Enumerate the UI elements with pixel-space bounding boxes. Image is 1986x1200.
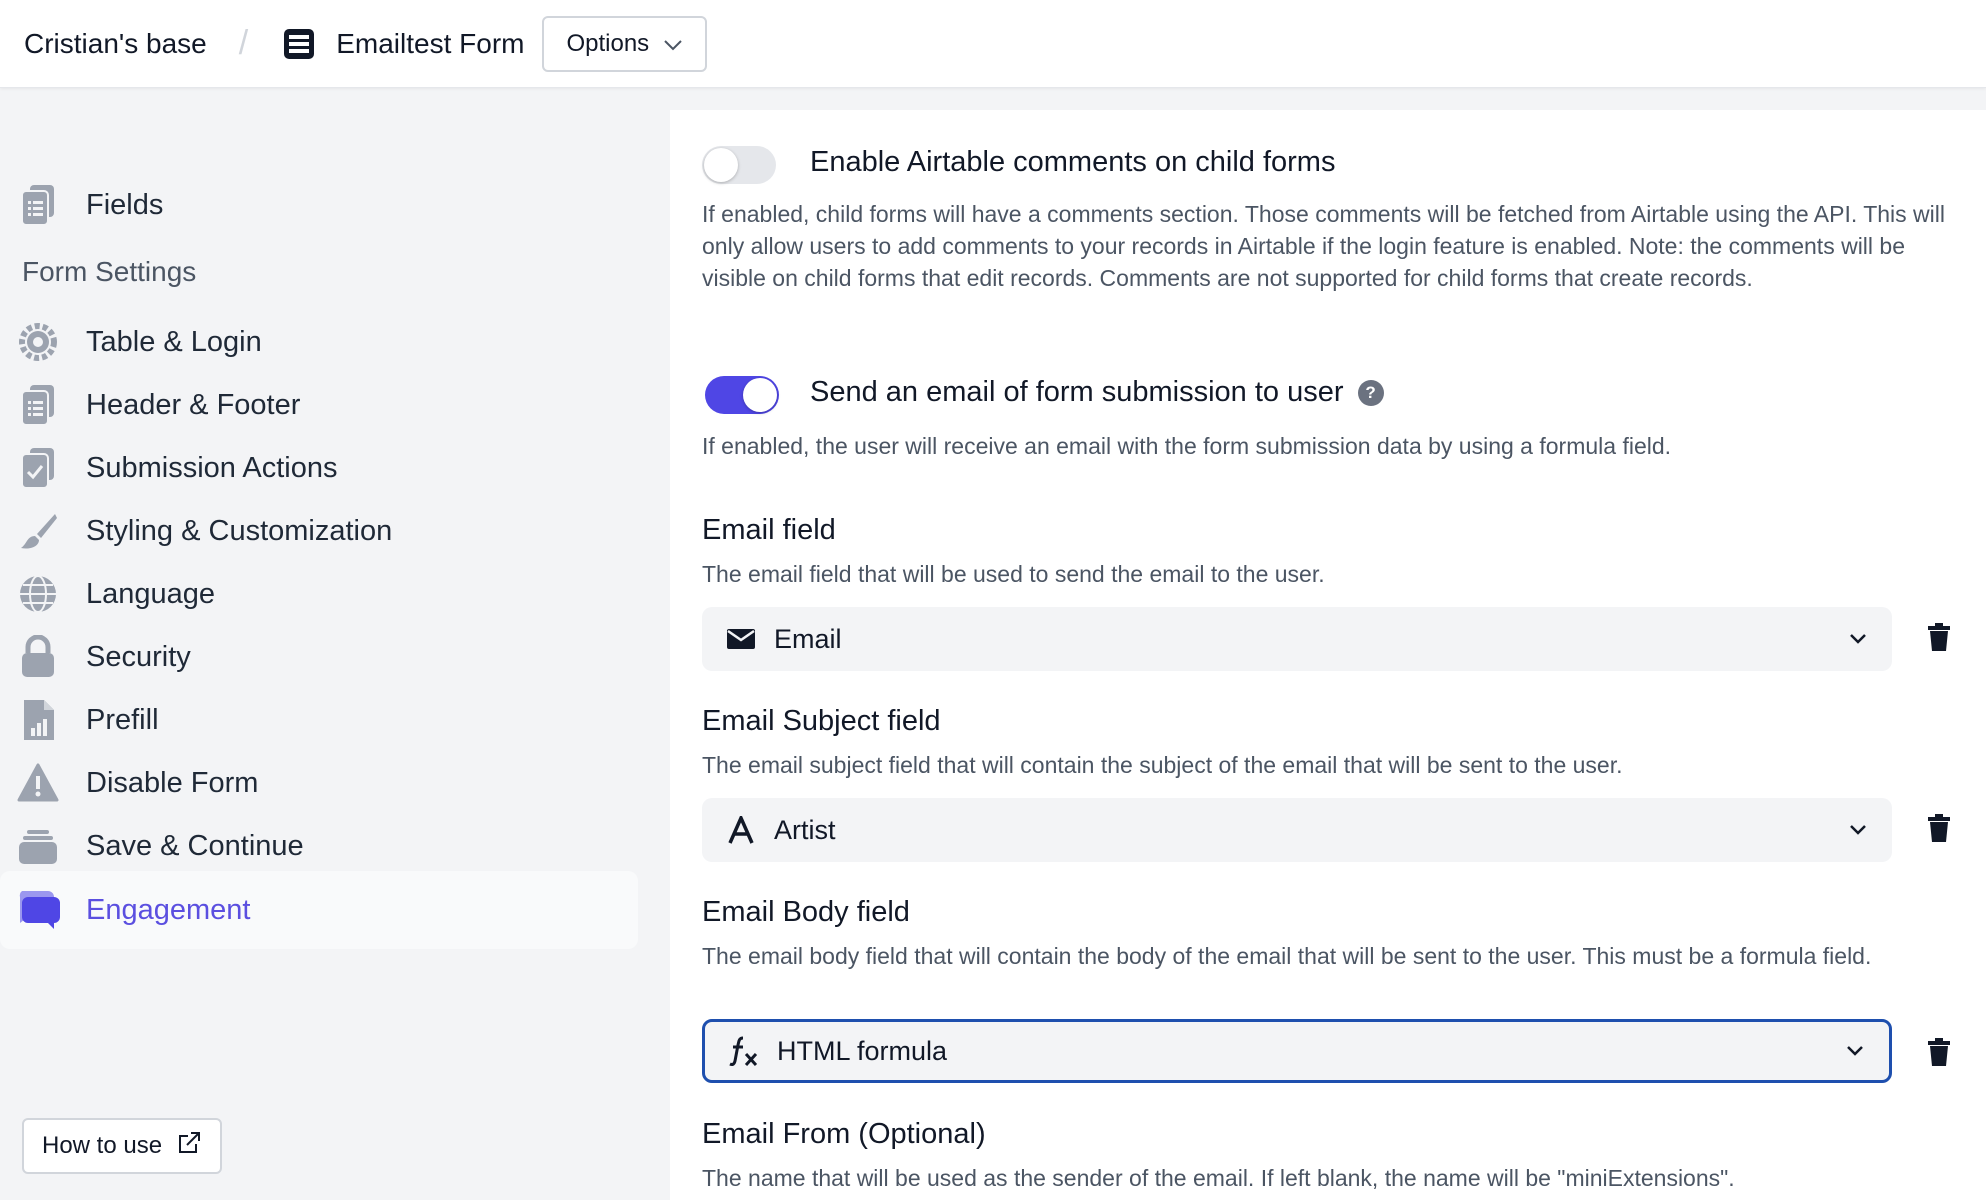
- chevron-down-icon: [663, 30, 683, 58]
- sidebar-item-label: Header & Footer: [86, 388, 301, 421]
- breadcrumb-separator: /: [238, 24, 249, 62]
- email-body-field-description: The email body field that will contain t…: [702, 943, 1872, 969]
- options-label: Options: [566, 29, 650, 57]
- chevron-down-icon: [1846, 818, 1870, 842]
- form-name: Emailtest Form: [336, 27, 525, 59]
- email-field-description: The email field that will be used to sen…: [702, 561, 1325, 587]
- sidebar-item-fields[interactable]: Fields: [0, 166, 638, 244]
- toggle-knob: [743, 378, 777, 412]
- sidebar-item-label: Save & Continue: [86, 829, 304, 862]
- sidebar-item-label: Styling & Customization: [86, 514, 393, 547]
- email-subject-field-select[interactable]: Artist: [702, 798, 1892, 862]
- sidebar-item-label: Submission Actions: [86, 451, 338, 484]
- sidebar-item-label: Fields: [86, 188, 164, 221]
- layers-icon: [16, 824, 60, 868]
- clipboard-icon: [16, 383, 60, 427]
- file-chart-icon: [16, 698, 60, 742]
- clipboard-check-icon: [16, 446, 60, 490]
- email-subject-field-delete-button[interactable]: [1924, 813, 1954, 847]
- sidebar-item-label: Table & Login: [86, 325, 262, 358]
- email-from-description: The name that will be used as the sender…: [702, 1165, 1735, 1191]
- comments-setting-title: Enable Airtable comments on child forms: [810, 146, 1336, 178]
- send-email-setting-description: If enabled, the user will receive an ema…: [702, 433, 1672, 459]
- sidebar-item-engagement[interactable]: Engagement: [0, 871, 638, 949]
- section-label-form-settings: Form Settings: [22, 256, 197, 287]
- email-from-title: Email From (Optional): [702, 1118, 986, 1150]
- envelope-icon: [724, 622, 758, 656]
- sidebar: Fields Form Settings Table & Login Heade…: [0, 88, 670, 1200]
- trash-icon: [1927, 1037, 1951, 1072]
- trash-icon: [1927, 622, 1951, 657]
- gear-icon: [16, 320, 60, 364]
- email-field-delete-button[interactable]: [1924, 622, 1954, 656]
- sidebar-item-label: Engagement: [86, 893, 251, 926]
- sidebar-item-label: Prefill: [86, 703, 159, 736]
- email-field-select[interactable]: Email: [702, 607, 1892, 671]
- sidebar-item-label: Disable Form: [86, 766, 259, 799]
- email-body-field-select[interactable]: HTML formula: [702, 1019, 1892, 1083]
- email-subject-field-value: Artist: [774, 814, 836, 845]
- trash-icon: [1927, 813, 1951, 848]
- clipboard-icon: [16, 183, 60, 227]
- send-email-title-text: Send an email of form submission to user: [810, 376, 1344, 408]
- paintbrush-icon: [16, 509, 60, 553]
- settings-panel: Enable Airtable comments on child forms …: [670, 110, 1986, 1200]
- how-to-use-label: How to use: [42, 1132, 163, 1159]
- base-name[interactable]: Cristian's base: [24, 28, 207, 60]
- help-icon[interactable]: ?: [1357, 380, 1384, 407]
- formula-fx-icon: [727, 1034, 761, 1068]
- email-field-value: Email: [774, 623, 842, 654]
- globe-icon: [16, 572, 60, 616]
- toggle-knob: [704, 148, 738, 182]
- chevron-down-icon: [1846, 627, 1870, 651]
- how-to-use-button[interactable]: How to use: [22, 1118, 223, 1174]
- warning-icon: [16, 761, 60, 805]
- email-subject-field-description: The email subject field that will contai…: [702, 752, 1623, 778]
- form-icon: [282, 27, 316, 61]
- send-email-toggle[interactable]: [705, 376, 779, 414]
- send-email-setting-title: Send an email of form submission to user…: [810, 376, 1384, 409]
- external-link-icon: [176, 1130, 202, 1163]
- text-a-icon: [724, 813, 758, 847]
- sidebar-item-label: Language: [86, 577, 216, 610]
- chat-bubbles-icon: [16, 888, 60, 932]
- email-field-title: Email field: [702, 514, 836, 546]
- email-body-field-title: Email Body field: [702, 896, 910, 928]
- top-bar: Cristian's base / Emailtest Form Options: [0, 0, 1986, 88]
- email-body-field-value: HTML formula: [777, 1035, 948, 1066]
- comments-setting-description: If enabled, child forms will have a comm…: [702, 201, 1945, 291]
- email-subject-field-title: Email Subject field: [702, 705, 941, 737]
- lock-icon: [16, 635, 60, 679]
- email-body-field-delete-button[interactable]: [1924, 1037, 1954, 1071]
- chevron-down-icon: [1843, 1039, 1867, 1063]
- comments-toggle[interactable]: [702, 146, 776, 184]
- options-dropdown-button[interactable]: Options: [542, 15, 708, 72]
- sidebar-item-label: Security: [86, 640, 191, 673]
